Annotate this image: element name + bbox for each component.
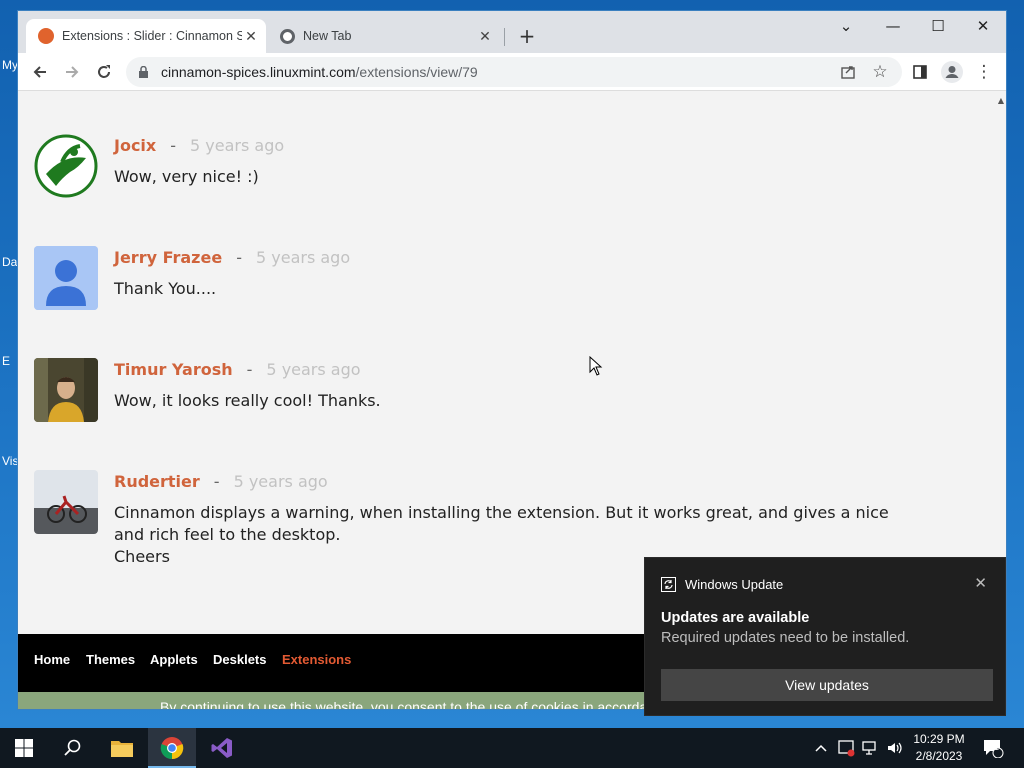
toast-close-icon[interactable]: ✕: [974, 574, 987, 592]
clock-time: 10:29 PM: [913, 732, 965, 746]
start-windows-icon[interactable]: [0, 728, 48, 768]
tab-close-icon[interactable]: ✕: [242, 28, 260, 45]
tab-close-icon[interactable]: ✕: [476, 28, 494, 45]
chrome-taskbar-icon[interactable]: [148, 728, 196, 768]
tab-separator: [504, 28, 505, 46]
avatar: [34, 246, 98, 310]
security-alert-icon[interactable]: [838, 728, 856, 768]
comment-author[interactable]: Jocix: [114, 136, 156, 155]
maximize-icon[interactable]: ☐: [918, 15, 958, 37]
comment-timestamp[interactable]: 5 years ago: [266, 360, 360, 379]
desktop-icon-label[interactable]: Da: [2, 255, 17, 269]
action-center-icon[interactable]: 1: [982, 728, 1004, 768]
url-host: cinnamon-spices.linuxmint.com: [161, 64, 356, 80]
avatar: [34, 134, 98, 198]
separator-dash: -: [213, 472, 220, 491]
comment-text: Wow, it looks really cool! Thanks.: [114, 391, 381, 410]
separator-dash: -: [246, 360, 253, 379]
side-panel-icon[interactable]: [908, 60, 932, 84]
forward-arrow-icon[interactable]: [60, 60, 84, 84]
minimize-icon[interactable]: —: [873, 15, 913, 37]
footer-link-extensions[interactable]: Extensions: [282, 652, 351, 667]
clock-date: 2/8/2023: [915, 749, 963, 763]
scroll-up-arrow-icon[interactable]: ▲: [998, 96, 1004, 105]
tab-title: New Tab: [303, 29, 352, 43]
separator-dash: -: [236, 248, 242, 267]
window-close-icon[interactable]: ✕: [963, 15, 1003, 37]
notification-toast: Windows Update ✕ Updates are available R…: [644, 557, 1006, 716]
cinnamon-favicon-icon: [38, 28, 54, 44]
desktop-icon-label[interactable]: E: [2, 354, 10, 368]
system-clock[interactable]: 10:29 PM 2/8/2023: [910, 731, 968, 765]
comment-timestamp[interactable]: 5 years ago: [256, 248, 350, 267]
comment-timestamp[interactable]: 5 years ago: [190, 136, 284, 155]
avatar: [34, 470, 98, 534]
tab-strip: Extensions : Slider : Cinnamon Spices ✕ …: [18, 11, 1006, 53]
desktop-icon-label[interactable]: Vis: [2, 454, 18, 468]
comment-text: Thank You....: [114, 279, 217, 298]
file-explorer-icon[interactable]: [98, 728, 146, 768]
browser-toolbar: cinnamon-spices.linuxmint.com/extensions…: [18, 53, 1006, 91]
windows-update-icon: [661, 577, 676, 592]
comment-header: Jerry Frazee -5 years ago: [114, 248, 350, 267]
chrome-favicon-icon: [280, 28, 295, 44]
toast-title: Updates are available: [661, 610, 810, 626]
footer-link-desklets[interactable]: Desklets: [213, 652, 266, 667]
comment-body: Thank You....: [114, 278, 904, 300]
comment-author[interactable]: Jerry Frazee: [114, 248, 222, 267]
comment-header: Rudertier -5 years ago: [114, 472, 328, 491]
tab-new-tab[interactable]: New Tab ✕: [268, 19, 500, 53]
network-icon[interactable]: [862, 728, 880, 768]
tab-title: Extensions : Slider : Cinnamon Spices: [62, 29, 242, 43]
footer-link-home[interactable]: Home: [34, 652, 70, 667]
comment-text: Cinnamon displays a warning, when instal…: [114, 503, 889, 544]
comment-author[interactable]: Rudertier: [114, 472, 200, 491]
reload-icon[interactable]: [92, 60, 116, 84]
notification-count-badge: 1: [994, 742, 1000, 752]
desktop-icon-label[interactable]: My: [2, 58, 18, 72]
volume-icon[interactable]: [886, 728, 904, 768]
comment-body: Wow, very nice! :): [114, 166, 904, 188]
comment-header: Jocix -5 years ago: [114, 136, 284, 155]
toast-app-name: Windows Update: [685, 577, 784, 592]
comment-header: Timur Yarosh -5 years ago: [114, 360, 361, 379]
new-tab-plus-icon[interactable]: +: [516, 25, 538, 47]
comment-author[interactable]: Timur Yarosh: [114, 360, 233, 379]
lock-icon[interactable]: [138, 65, 149, 79]
search-icon[interactable]: [48, 728, 96, 768]
tab-search-chevron-icon[interactable]: ⌄: [826, 15, 866, 37]
back-arrow-icon[interactable]: [28, 60, 52, 84]
url-path: /extensions/view/79: [355, 64, 478, 80]
mouse-cursor-icon: [589, 355, 603, 380]
share-icon[interactable]: [836, 60, 860, 84]
address-bar[interactable]: cinnamon-spices.linuxmint.com/extensions…: [126, 57, 902, 87]
footer-link-applets[interactable]: Applets: [150, 652, 198, 667]
comment-body: Wow, it looks really cool! Thanks.: [114, 390, 904, 412]
separator-dash: -: [170, 136, 177, 155]
comment-text: Wow, very nice! :): [114, 167, 259, 186]
menu-kebab-icon[interactable]: ⋮: [972, 60, 996, 84]
tab-extensions[interactable]: Extensions : Slider : Cinnamon Spices ✕: [26, 19, 266, 53]
bookmark-star-icon[interactable]: ☆: [868, 60, 892, 84]
visual-studio-icon[interactable]: [198, 728, 246, 768]
taskbar: 10:29 PM 2/8/2023 1: [0, 728, 1024, 768]
show-hidden-icons-chevron-icon[interactable]: [814, 728, 828, 768]
comment-timestamp[interactable]: 5 years ago: [234, 472, 328, 491]
view-updates-button[interactable]: View updates: [661, 669, 993, 701]
footer-link-themes[interactable]: Themes: [86, 652, 135, 667]
profile-avatar-icon[interactable]: [940, 60, 964, 84]
avatar: [34, 358, 98, 422]
toast-body: Required updates need to be installed.: [661, 630, 910, 646]
